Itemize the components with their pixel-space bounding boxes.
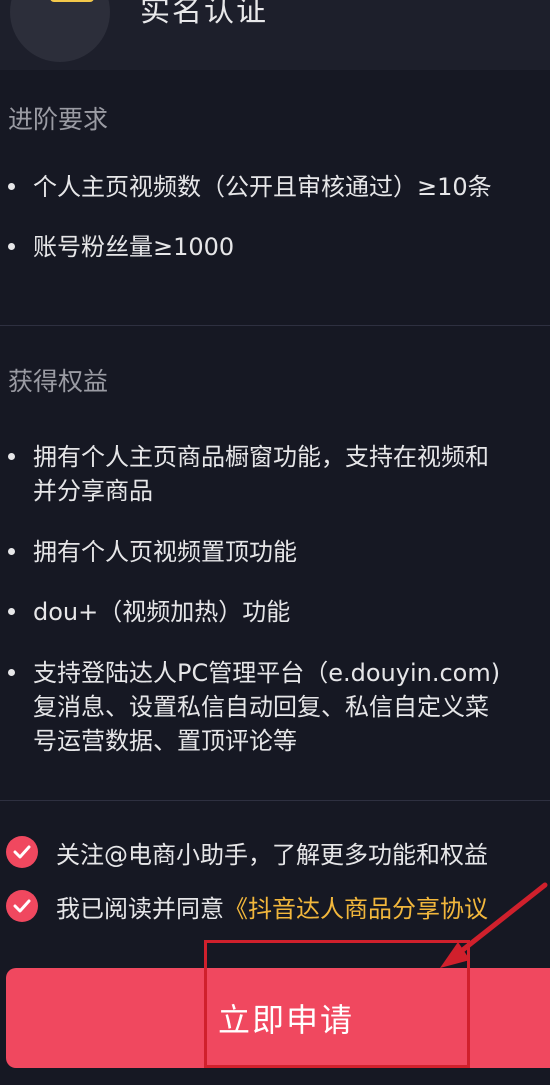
benefit-text: 支持登陆达人PC管理平台（e.douyin.com) — [33, 659, 501, 687]
requirement-text: 账号粉丝量≥1000 — [33, 233, 235, 261]
benefit-item: 拥有个人页视频置顶功能 — [8, 535, 297, 569]
benefit-item: 支持登陆达人PC管理平台（e.douyin.com) 复消息、设置私信自动回复、… — [8, 656, 500, 758]
apply-button[interactable]: 立即申请 — [6, 968, 550, 1068]
agree-checkbox-row[interactable]: 我已阅读并同意 《抖音达人商品分享协议 — [6, 888, 488, 924]
bullet-icon — [8, 607, 15, 615]
benefit-text: 拥有个人页视频置顶功能 — [33, 538, 297, 566]
check-icon[interactable] — [6, 836, 38, 868]
requirement-item: 账号粉丝量≥1000 — [8, 230, 234, 264]
benefit-text-continued: 复消息、设置私信自动回复、私信自定义菜 — [33, 693, 489, 721]
requirements-title: 进阶要求 — [8, 105, 109, 134]
verification-badge-icon — [50, 0, 94, 2]
follow-checkbox-row[interactable]: 关注@电商小助手，了解更多功能和权益 — [6, 834, 488, 870]
benefits-title: 获得权益 — [8, 367, 109, 396]
agreement-link[interactable]: 《抖音达人商品分享协议 — [224, 889, 488, 924]
benefit-text: dou+（视频加热）功能 — [33, 598, 291, 626]
benefit-text-continued: 号运营数据、置顶评论等 — [33, 727, 297, 755]
header-bar: 实名认证 — [0, 0, 550, 70]
bullet-icon — [8, 452, 15, 460]
section-divider — [0, 325, 550, 326]
bullet-icon — [8, 242, 15, 250]
follow-label: 关注@电商小助手，了解更多功能和权益 — [56, 840, 488, 869]
bullet-icon — [8, 182, 15, 190]
section-divider — [0, 800, 550, 801]
benefit-text: 拥有个人主页商品橱窗功能，支持在视频和 — [33, 443, 489, 471]
header-title: 实名认证 — [140, 0, 268, 29]
check-icon[interactable] — [6, 890, 38, 922]
benefit-item: 拥有个人主页商品橱窗功能，支持在视频和 并分享商品 — [8, 440, 489, 508]
requirement-text: 个人主页视频数（公开且审核通过）≥10条 — [33, 173, 492, 201]
benefit-item: dou+（视频加热）功能 — [8, 595, 290, 629]
agree-label: 我已阅读并同意 — [56, 894, 224, 923]
requirement-item: 个人主页视频数（公开且审核通过）≥10条 — [8, 170, 492, 204]
benefit-text-continued: 并分享商品 — [33, 477, 153, 505]
avatar — [10, 0, 110, 62]
bullet-icon — [8, 547, 15, 555]
bullet-icon — [8, 668, 15, 676]
